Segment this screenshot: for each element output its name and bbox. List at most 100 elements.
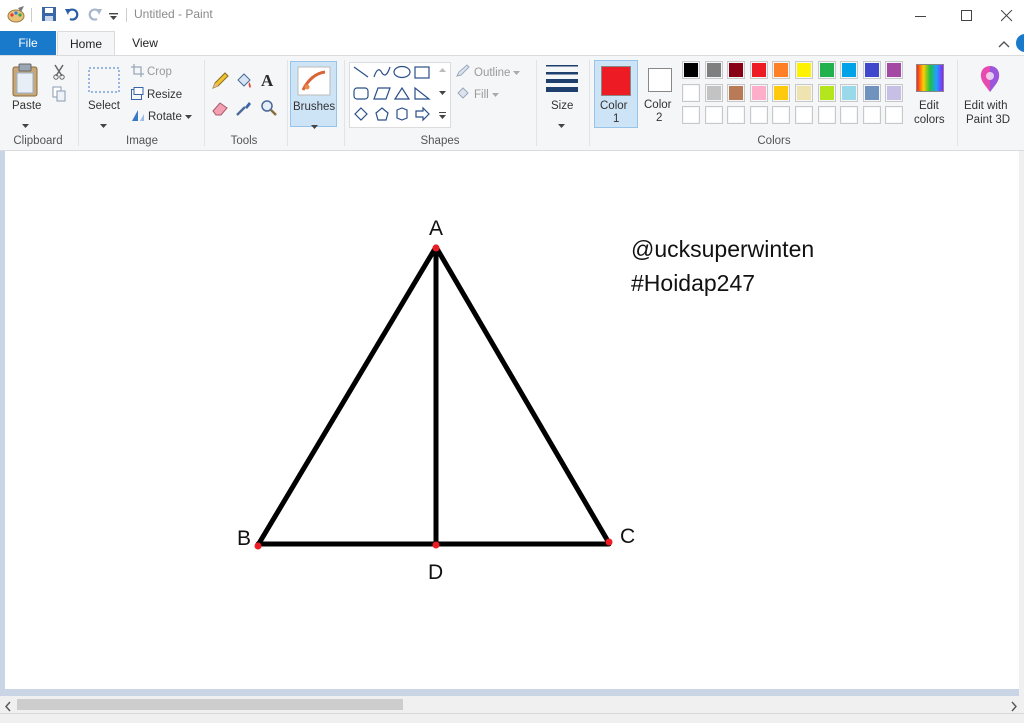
paste-dropdown-chevron-icon[interactable] bbox=[22, 116, 29, 134]
cut-icon[interactable] bbox=[52, 64, 66, 85]
palette-swatch-fill bbox=[684, 85, 698, 100]
palette-swatch[interactable] bbox=[885, 83, 904, 102]
palette-swatch[interactable] bbox=[749, 61, 768, 79]
palette-swatch[interactable] bbox=[772, 83, 791, 102]
palette-swatch[interactable] bbox=[704, 61, 723, 79]
paste-button[interactable]: Paste bbox=[12, 100, 41, 112]
close-button[interactable] bbox=[990, 0, 1024, 31]
palette-swatch[interactable] bbox=[817, 83, 836, 102]
customize-qa-chevron-icon[interactable] bbox=[109, 9, 118, 27]
palette-swatch[interactable] bbox=[840, 106, 859, 124]
size-dropdown-chevron-icon[interactable] bbox=[558, 116, 565, 134]
brushes-label: Brushes bbox=[293, 101, 336, 113]
color2-label: Color bbox=[644, 99, 672, 111]
resize-button[interactable]: Resize bbox=[131, 87, 182, 103]
window-title: Untitled - Paint bbox=[134, 7, 213, 21]
fill-bucket-icon[interactable] bbox=[235, 72, 253, 95]
vertical-scrollbar[interactable] bbox=[1019, 151, 1024, 696]
palette-swatch-fill bbox=[864, 108, 879, 122]
maximize-button[interactable] bbox=[944, 0, 990, 31]
palette-swatch[interactable] bbox=[840, 83, 859, 102]
select-dropdown-chevron-icon[interactable] bbox=[100, 116, 107, 134]
palette-swatch[interactable] bbox=[840, 61, 859, 79]
palette-swatch[interactable] bbox=[727, 83, 746, 102]
image-group-label: Image bbox=[126, 135, 158, 147]
colors-group-label: Colors bbox=[757, 135, 791, 147]
palette-swatch[interactable] bbox=[885, 61, 904, 79]
text-tool-icon[interactable]: A bbox=[261, 71, 273, 91]
outline-button[interactable]: Outline bbox=[455, 64, 521, 81]
palette-swatch[interactable] bbox=[682, 61, 700, 79]
paint-app-icon[interactable] bbox=[6, 6, 26, 24]
save-icon[interactable] bbox=[41, 6, 57, 24]
magnifier-icon[interactable] bbox=[260, 99, 278, 122]
palette-swatch[interactable] bbox=[862, 106, 881, 124]
color1-button[interactable]: Color 1 bbox=[594, 60, 638, 128]
collapse-ribbon-chevron-icon[interactable] bbox=[998, 36, 1010, 54]
palette-swatch-fill bbox=[797, 108, 811, 122]
label-a: A bbox=[429, 217, 443, 240]
palette-swatch-fill bbox=[684, 108, 698, 122]
palette-swatch[interactable] bbox=[862, 61, 881, 79]
outline-dropdown-chevron-icon bbox=[513, 67, 521, 79]
eraser-icon[interactable] bbox=[211, 100, 229, 121]
copy-icon[interactable] bbox=[52, 86, 66, 107]
group-separator bbox=[344, 60, 345, 146]
palette-swatch[interactable] bbox=[795, 83, 813, 102]
rotate-button[interactable]: Rotate bbox=[131, 109, 192, 125]
size-lines-icon[interactable] bbox=[545, 63, 579, 98]
fill-button[interactable]: Fill bbox=[455, 86, 499, 103]
shapes-gallery-icons[interactable] bbox=[350, 63, 450, 127]
palette-swatch[interactable] bbox=[772, 61, 791, 79]
fill-label: Fill bbox=[474, 88, 489, 101]
color2-number: 2 bbox=[656, 112, 663, 124]
select-button[interactable]: Select bbox=[88, 100, 120, 112]
palette-swatch[interactable] bbox=[704, 83, 723, 102]
help-icon[interactable] bbox=[1016, 34, 1024, 52]
palette-swatch[interactable] bbox=[749, 106, 768, 124]
edit-with-paint3d-button[interactable]: Edit with Paint 3D bbox=[960, 61, 1020, 131]
palette-swatch[interactable] bbox=[795, 106, 813, 124]
palette-swatch-fill bbox=[774, 85, 789, 100]
palette-swatch[interactable] bbox=[862, 83, 881, 102]
clipboard-group-label: Clipboard bbox=[13, 135, 63, 147]
color-palette bbox=[682, 61, 912, 129]
drawing-canvas[interactable]: A B C D @ucksuperwinten #Hoidap247 bbox=[5, 151, 1019, 689]
palette-swatch[interactable] bbox=[727, 106, 746, 124]
paste-icon[interactable] bbox=[11, 63, 41, 102]
palette-swatch[interactable] bbox=[704, 106, 723, 124]
rotate-dropdown-chevron-icon bbox=[184, 111, 192, 123]
horizontal-scroll-thumb[interactable] bbox=[17, 699, 403, 710]
pencil-icon[interactable] bbox=[211, 72, 229, 95]
palette-swatch[interactable] bbox=[817, 106, 836, 124]
select-icon[interactable] bbox=[88, 67, 120, 98]
edit-colors-button[interactable]: Edit colors bbox=[911, 61, 951, 129]
palette-swatch[interactable] bbox=[795, 61, 813, 79]
tab-file[interactable]: File bbox=[0, 31, 56, 55]
crop-button[interactable]: Crop bbox=[131, 64, 172, 80]
color-picker-icon[interactable] bbox=[235, 99, 253, 122]
brushes-button[interactable]: Brushes bbox=[290, 61, 337, 129]
palette-swatch-fill bbox=[887, 63, 902, 77]
palette-swatch[interactable] bbox=[727, 61, 746, 79]
color2-button[interactable]: Color 2 bbox=[639, 60, 681, 128]
triangle-drawing: A B C D @ucksuperwinten #Hoidap247 bbox=[237, 217, 814, 584]
undo-icon[interactable] bbox=[64, 6, 80, 24]
tab-home[interactable]: Home bbox=[57, 31, 115, 55]
palette-swatch[interactable] bbox=[772, 106, 791, 124]
edit-colors-line1: Edit bbox=[919, 100, 939, 112]
palette-swatch-fill bbox=[751, 63, 766, 77]
size-button[interactable]: Size bbox=[551, 100, 573, 112]
palette-swatch[interactable] bbox=[817, 61, 836, 79]
minimize-button[interactable] bbox=[898, 0, 944, 31]
shapes-gallery-scroll[interactable] bbox=[436, 62, 449, 126]
redo-icon[interactable] bbox=[87, 6, 103, 24]
palette-swatch-fill bbox=[819, 63, 834, 77]
palette-swatch[interactable] bbox=[885, 106, 904, 124]
palette-swatch[interactable] bbox=[749, 83, 768, 102]
palette-swatch[interactable] bbox=[682, 83, 700, 102]
horizontal-scrollbar[interactable] bbox=[0, 696, 1024, 713]
palette-swatch-fill bbox=[706, 63, 721, 77]
palette-swatch[interactable] bbox=[682, 106, 700, 124]
tab-view[interactable]: View bbox=[118, 31, 172, 55]
